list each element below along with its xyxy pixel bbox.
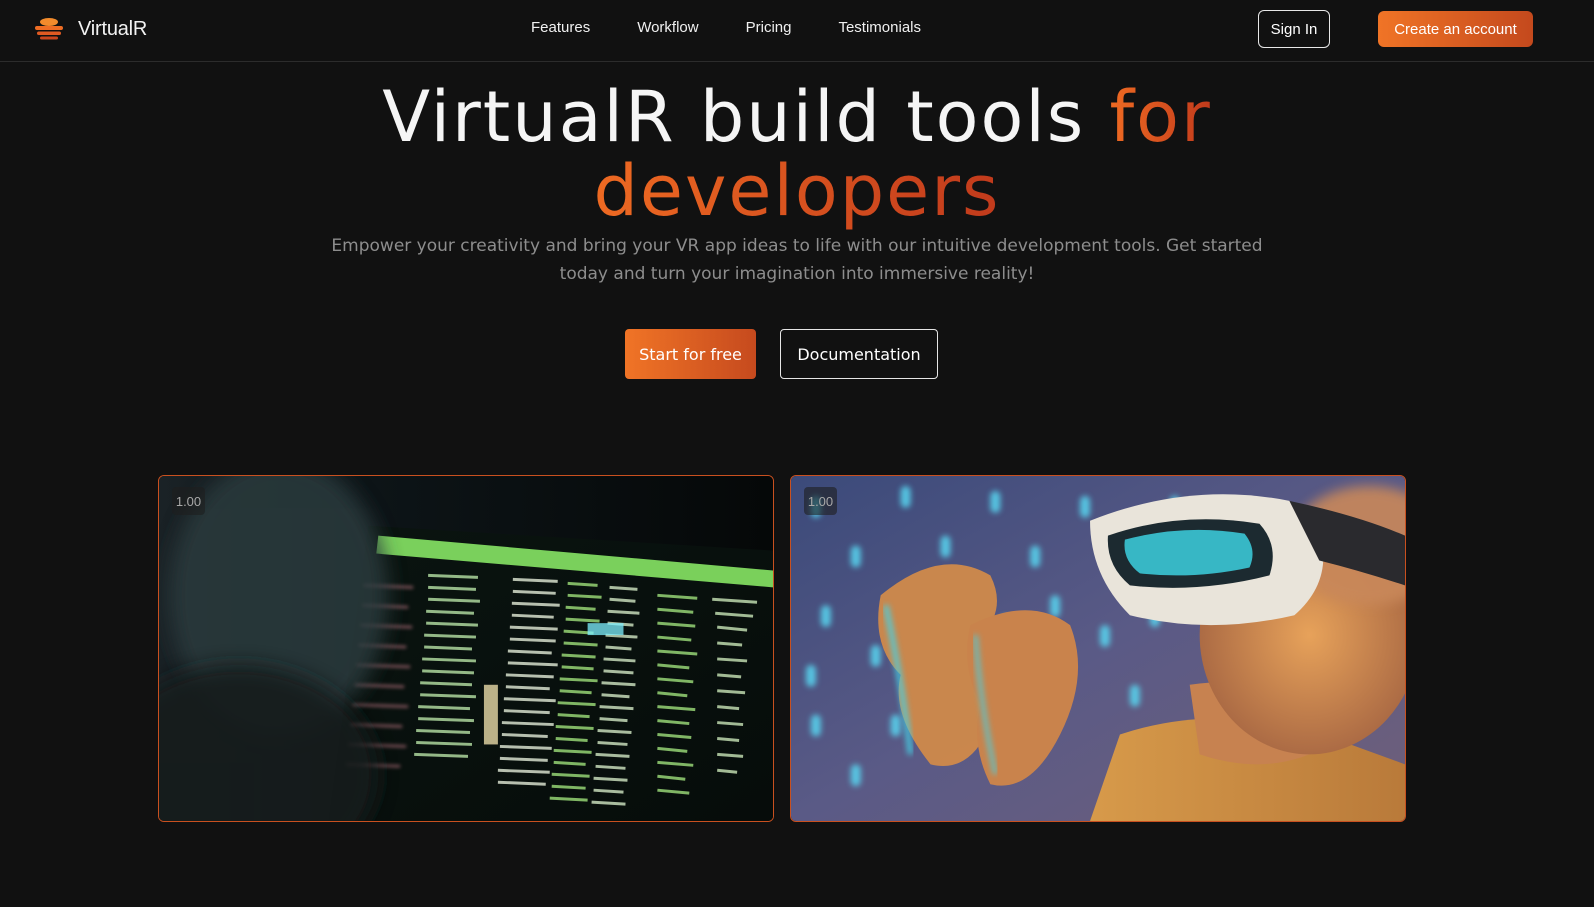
media-card-vr[interactable]: 1.00: [790, 475, 1406, 822]
hero-title-accent-for: for: [1109, 76, 1212, 158]
hero-title: VirtualR build tools for developers: [0, 80, 1594, 228]
media-card-terminal[interactable]: 1.00: [158, 475, 774, 822]
zoom-level-badge: 1.00: [804, 487, 837, 515]
hero-subtitle: Empower your creativity and bring your V…: [331, 236, 1263, 284]
hero-title-main: VirtualR build tools: [382, 76, 1110, 158]
start-for-free-button[interactable]: Start for free: [625, 329, 756, 379]
nav-link-features[interactable]: Features: [531, 18, 590, 38]
terminal-monitor-image-icon: [159, 476, 773, 821]
documentation-button[interactable]: Documentation: [780, 329, 938, 379]
create-account-button[interactable]: Create an account: [1378, 11, 1533, 47]
brand-name: VirtualR: [78, 17, 148, 40]
sign-in-button[interactable]: Sign In: [1258, 10, 1330, 48]
nav-link-pricing[interactable]: Pricing: [746, 18, 792, 38]
main-nav: Features Workflow Pricing Testimonials: [531, 18, 921, 38]
vr-headset-person-image-icon: [791, 476, 1405, 821]
hero-title-accent-developers: developers: [593, 150, 1001, 232]
brand-home-link[interactable]: VirtualR: [32, 14, 147, 44]
top-navbar: VirtualR Features Workflow Pricing Testi…: [0, 0, 1594, 62]
zoom-level-badge: 1.00: [172, 487, 205, 515]
nav-link-workflow[interactable]: Workflow: [637, 18, 698, 38]
nav-link-testimonials[interactable]: Testimonials: [838, 18, 921, 38]
layered-disc-logo-icon: [35, 18, 63, 40]
